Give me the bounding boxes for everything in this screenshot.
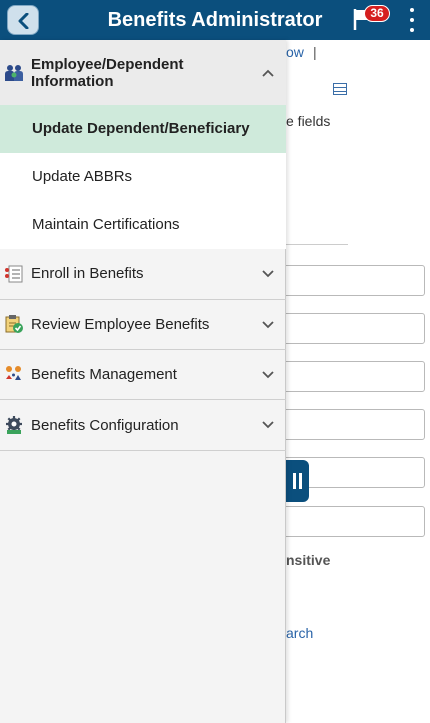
chevron-down-icon[interactable] <box>262 321 274 329</box>
menu-item-maintain-certifications[interactable]: Maintain Certifications <box>0 201 286 249</box>
section-label: Review Employee Benefits <box>31 316 210 333</box>
panel-collapse-handle[interactable] <box>286 460 309 502</box>
search-field-3[interactable] <box>280 361 425 392</box>
more-options-icon[interactable] <box>406 7 418 33</box>
chevron-up-icon[interactable] <box>262 69 274 77</box>
menu-item-label: Update ABBRs <box>32 168 133 185</box>
search-link[interactable]: arch <box>286 625 313 641</box>
menu-item-update-dependent-beneficiary[interactable]: Update Dependent/Beneficiary <box>0 105 286 153</box>
fields-instruction-text: e fields <box>286 113 331 129</box>
clipboard-check-icon <box>5 315 23 333</box>
search-field-6[interactable] <box>280 506 425 537</box>
search-field-2[interactable] <box>280 313 425 344</box>
background-link[interactable]: ow <box>286 44 304 60</box>
notification-count-badge[interactable]: 36 <box>364 5 390 22</box>
chevron-down-icon[interactable] <box>262 270 274 278</box>
section-label: Benefits Management <box>31 366 177 383</box>
section-enroll-in-benefits[interactable]: Enroll in Benefits <box>0 249 286 300</box>
app-header: Benefits Administrator 36 <box>0 0 430 40</box>
section-label: Employee/Dependent Information <box>31 56 184 90</box>
section-review-employee-benefits[interactable]: Review Employee Benefits <box>0 300 286 350</box>
search-field-4[interactable] <box>280 409 425 440</box>
gear-config-icon <box>6 416 22 434</box>
menu-item-label: Update Dependent/Beneficiary <box>32 120 250 137</box>
grid-view-icon[interactable] <box>333 83 347 95</box>
section-benefits-management[interactable]: Benefits Management <box>0 350 286 400</box>
navigation-panel: Employee/Dependent Information Update De… <box>0 40 286 723</box>
menu-item-update-abbrs[interactable]: Update ABBRs <box>0 153 286 201</box>
enroll-list-icon <box>5 265 23 283</box>
section-benefits-configuration[interactable]: Benefits Configuration <box>0 400 286 451</box>
section-employee-dependent-information: Employee/Dependent Information Update De… <box>0 40 286 249</box>
link-separator: | <box>313 44 317 60</box>
case-sensitive-label: nsitive <box>286 552 331 568</box>
divider <box>286 244 348 245</box>
section-header-employee-dependent[interactable]: Employee/Dependent Information <box>0 40 286 104</box>
chevron-down-icon[interactable] <box>262 371 274 379</box>
search-field-1[interactable] <box>280 265 425 296</box>
chevron-down-icon[interactable] <box>262 421 274 429</box>
menu-item-label: Maintain Certifications <box>32 216 180 233</box>
section-label: Benefits Configuration <box>31 417 179 434</box>
benefits-management-icon <box>6 366 21 380</box>
people-icon <box>5 65 23 81</box>
section-label: Enroll in Benefits <box>31 265 144 282</box>
